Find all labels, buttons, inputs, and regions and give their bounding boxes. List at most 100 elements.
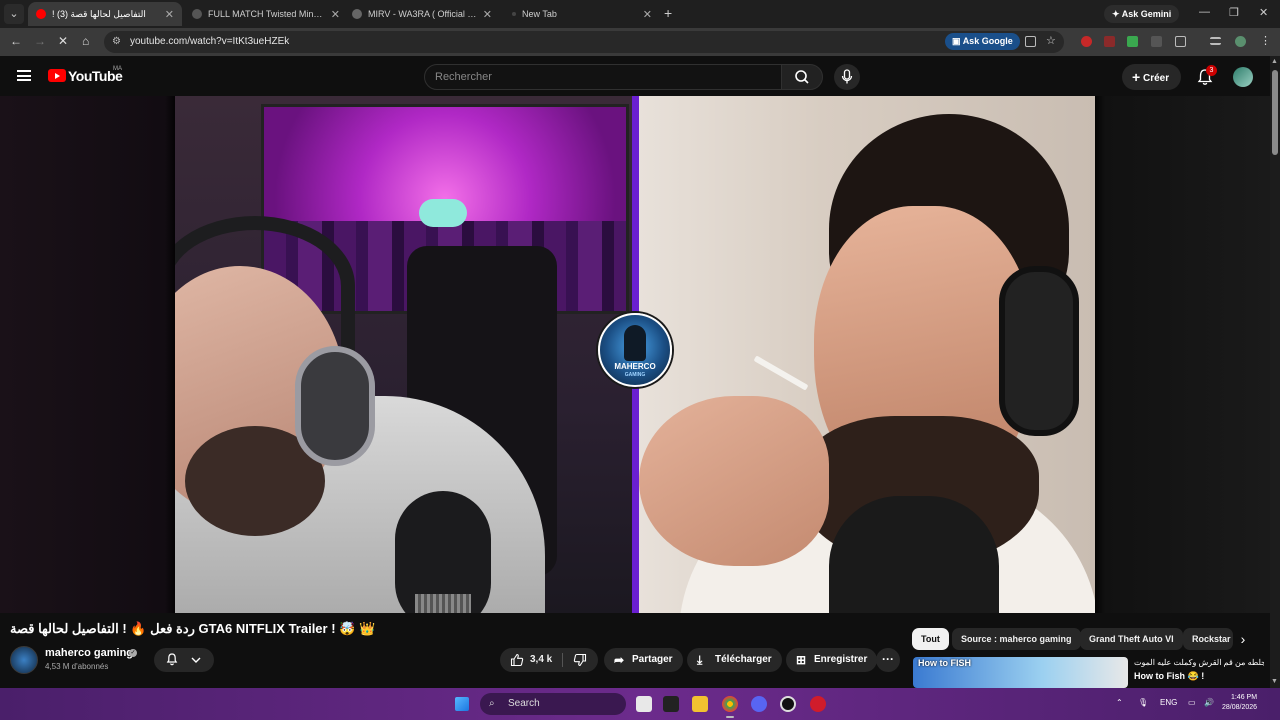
chip-gta6[interactable]: Grand Theft Auto VI [1080, 628, 1183, 650]
new-tab-plus-icon[interactable]: + [664, 5, 672, 21]
thumbs-up-icon [510, 653, 524, 667]
tab-close-icon[interactable]: ✕ [331, 8, 340, 21]
url-text: youtube.com/watch?v=ItKt3ueHZEk [130, 36, 290, 47]
windows-start-icon[interactable] [455, 697, 469, 711]
account-avatar[interactable] [1233, 67, 1253, 87]
hamburger-menu-icon[interactable] [17, 70, 31, 81]
scrollbar-thumb[interactable] [1272, 70, 1278, 155]
like-button[interactable]: 3,4 k [500, 648, 562, 672]
file-explorer-icon[interactable] [692, 696, 708, 712]
taskbar-clock[interactable]: 1:46 PM 28/08/2026 [1222, 693, 1257, 713]
windows-taskbar: ⌕ Search ⌃ 🎙 ENG ▭ 🔊 1:46 PM 28/08/2026 [0, 688, 1280, 720]
save-playlist-icon: ⊞ [796, 653, 807, 667]
discord-icon[interactable] [751, 696, 767, 712]
tab-search-menu-button[interactable]: ⌄ [4, 4, 24, 24]
chip-rockstar[interactable]: Rockstar [1183, 628, 1233, 650]
tab-favicon-icon [512, 12, 516, 16]
address-bar[interactable]: ⚙ youtube.com/watch?v=ItKt3ueHZEk [104, 31, 1064, 53]
opera-icon[interactable] [810, 696, 826, 712]
channel-name[interactable]: maherco gaming [45, 647, 133, 659]
app-dark-icon[interactable] [663, 696, 679, 712]
download-button[interactable]: ⤓ Télécharger [687, 648, 782, 672]
more-actions-button[interactable]: ··· [876, 648, 900, 672]
video-right-panel [639, 96, 1095, 613]
plus-icon: + [1132, 69, 1141, 85]
recommended-video-thumbnail[interactable]: How to FISH [913, 657, 1128, 688]
tab-close-icon[interactable]: ✕ [483, 8, 492, 21]
scroll-up-arrow-icon[interactable]: ▲ [1271, 58, 1278, 65]
task-view-icon[interactable] [636, 696, 652, 712]
tab-label: New Tab [522, 9, 557, 19]
chip-source[interactable]: Source : maherco gaming [952, 628, 1081, 650]
tray-chevron-icon[interactable]: ⌃ [1116, 698, 1123, 707]
recommended-title-line1[interactable]: طلعت جلطه من قم القرش وكملت عليه الموت ! [1134, 658, 1264, 667]
tb-active [726, 716, 734, 718]
headphone-r [999, 266, 1079, 436]
tab-active-video[interactable]: ! التفاصيل لحالها قصة (3) ✕ [28, 2, 182, 26]
thumbs-down-icon [573, 653, 587, 667]
tab-label: FULL MATCH Twisted Minds vs [208, 9, 325, 19]
youtube-favicon-icon [36, 9, 46, 19]
save-label: Enregistrer [814, 654, 868, 665]
reading-list-icon[interactable] [1210, 37, 1221, 45]
network-icon[interactable]: ▭ [1188, 698, 1196, 707]
notification-count-badge: 3 [1206, 65, 1217, 76]
recommended-title-line2[interactable]: How to Fish 😂 ! [1134, 671, 1204, 682]
microphone-icon [841, 69, 853, 84]
taskbar-search-box[interactable]: ⌕ Search [480, 693, 626, 715]
mic-right [829, 496, 999, 613]
back-icon[interactable]: ← [10, 34, 22, 48]
tab-new-tab[interactable]: New Tab ✕ [504, 2, 660, 26]
forward-icon[interactable]: → [34, 34, 46, 48]
extensions-puzzle-icon[interactable] [1175, 36, 1186, 47]
minimize-icon[interactable]: — [1199, 6, 1210, 18]
tab-full-match[interactable]: FULL MATCH Twisted Minds vs ✕ [184, 2, 348, 26]
close-window-icon[interactable]: ✕ [1259, 6, 1268, 19]
chrome-icon[interactable] [722, 696, 738, 712]
language-indicator[interactable]: ENG [1160, 698, 1177, 707]
video-player[interactable]: MAHERCO GAMING [0, 96, 1270, 613]
create-button[interactable]: + Créer [1122, 64, 1182, 90]
ask-gemini-button[interactable]: ✦ Ask Gemini [1104, 5, 1180, 23]
search-input[interactable]: Rechercher [424, 64, 782, 90]
microphone-tray-icon[interactable]: 🎙 [1138, 698, 1148, 707]
voice-search-button[interactable] [834, 64, 860, 90]
extension-block-icon[interactable] [1104, 36, 1115, 47]
subscribed-notification-button[interactable] [154, 648, 214, 672]
chip-all[interactable]: Tout [912, 628, 949, 650]
video-left-panel [175, 96, 632, 613]
dislike-button[interactable] [563, 648, 598, 672]
chips-next-chevron-icon[interactable]: › [1232, 628, 1254, 650]
like-count: 3,4 k [530, 654, 553, 665]
search-button[interactable] [781, 64, 823, 90]
scroll-down-arrow-icon[interactable]: ▼ [1271, 678, 1278, 685]
youtube-logo-icon[interactable] [48, 69, 66, 82]
stop-loading-icon[interactable]: ✕ [58, 34, 68, 48]
ask-google-label: Ask Google [962, 36, 1013, 46]
ask-gemini-label: Ask Gemini [1121, 9, 1172, 19]
home-icon[interactable]: ⌂ [82, 34, 89, 48]
channel-avatar[interactable] [10, 646, 38, 674]
verified-badge-icon: ✓ [129, 649, 137, 657]
tab-close-icon[interactable]: ✕ [165, 8, 174, 21]
tab-mirv[interactable]: MIRV - WA3RA ( Official music ✕ [344, 2, 500, 26]
bookmark-star-icon[interactable]: ☆ [1046, 36, 1057, 47]
cig [753, 355, 809, 391]
tab-close-icon[interactable]: ✕ [643, 8, 652, 21]
steam-icon[interactable] [780, 696, 796, 712]
extension-k-icon[interactable] [1151, 36, 1162, 47]
profile-avatar-icon[interactable] [1235, 36, 1246, 47]
tab-label: MIRV - WA3RA ( Official music [368, 9, 477, 19]
browser-menu-icon[interactable]: ⋮ [1260, 36, 1271, 47]
browser-tab-strip: ⌄ ! التفاصيل لحالها قصة (3) ✕ FULL MATCH… [0, 0, 1280, 28]
cast-icon[interactable] [1025, 36, 1036, 47]
watermark-text: MAHERCO [614, 362, 656, 371]
save-button[interactable]: ⊞ Enregistrer [786, 648, 878, 672]
extension-red-icon[interactable] [1081, 36, 1092, 47]
maximize-icon[interactable]: ❐ [1229, 6, 1239, 19]
extension-green-icon[interactable] [1127, 36, 1138, 47]
site-info-icon[interactable]: ⚙ [112, 31, 121, 53]
share-button[interactable]: ➦ Partager [604, 648, 683, 672]
ask-google-button[interactable]: ▣ Ask Google [945, 33, 1020, 50]
volume-icon[interactable]: 🔊 [1204, 698, 1214, 707]
